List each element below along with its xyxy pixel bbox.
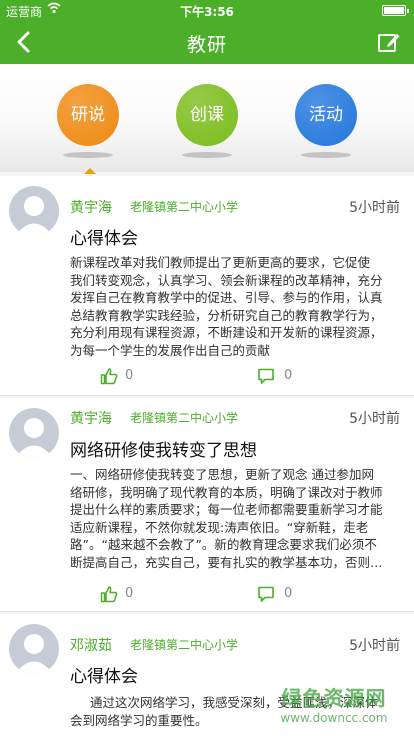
post-body-line: 提出什么样的素质要求；每一位老师都需要重新学习才能	[70, 502, 383, 517]
post-body-line: 路”。“越来越不会教了”。新的教育理念要求我们必须不	[70, 537, 377, 552]
status-bar: 运营商 下午3:56	[0, 0, 414, 20]
category-shadow	[301, 152, 351, 158]
post-body[interactable]: 一、网络研修使我转变了思想，更新了观念 通过参加网 络研修，我明确了现代教育的本…	[70, 466, 404, 571]
category-yanshuo-button[interactable]: 研说	[57, 84, 119, 146]
comment-count: 0	[284, 368, 293, 383]
comment-count: 0	[284, 586, 293, 601]
comment-icon[interactable]	[257, 367, 275, 385]
post-title[interactable]: 心得体会	[70, 224, 138, 249]
avatar[interactable]	[9, 624, 59, 674]
post-title[interactable]: 心得体会	[70, 662, 138, 687]
post-school: 老隆镇第二中心小学	[130, 411, 239, 425]
post-body-line: 为每一个学生的发展作出自己的贡献	[70, 342, 271, 358]
battery-icon	[382, 5, 409, 16]
like-count: 0	[125, 586, 134, 601]
post-body-line: 发挥自己在教育教学中的促进、引导、参与的作用，认真	[70, 290, 383, 305]
comment-icon[interactable]	[257, 585, 275, 603]
post-body-line: 我们转变观念，认真学习、领会新课程的改革精神，充分	[70, 272, 383, 288]
post-feed[interactable]: 黄宇海 老隆镇第二中心小学 5小时前 心得体会 新课程改革对我们教师提出了更新更…	[0, 176, 414, 736]
nav-bar: 教研	[0, 20, 414, 64]
thumbs-up-icon[interactable]	[100, 367, 118, 385]
edit-icon[interactable]	[376, 29, 402, 55]
page-title: 教研	[186, 34, 227, 56]
post-time: 5小时前	[349, 638, 400, 654]
post-body-line: 适应新课程，不然你就发现:涛声依旧。“穿新鞋，走老	[70, 519, 369, 535]
post-body[interactable]: 新课程改革对我们教师提出了更新更高的要求，它促使 我们转变观念，认真学习、领会新…	[70, 254, 404, 359]
category-shadow	[63, 152, 113, 158]
watermark-url: www.downcc.com	[280, 711, 388, 725]
watermark: 绿色资源网 www.downcc.com	[274, 682, 394, 725]
post-title[interactable]: 网络研修使我转变了思想	[70, 436, 257, 461]
post-school: 老隆镇第二中心小学	[130, 200, 239, 214]
avatar[interactable]	[9, 186, 59, 236]
post-school: 老隆镇第二中心小学	[130, 638, 239, 652]
post-body-line: 总结教育教学实践经验，分析研究自己的教育教学行为，	[70, 307, 383, 323]
post-body-line: 断提高自己，充实自己，要有扎实的教学基本功，否则…	[70, 554, 383, 570]
post-time: 5小时前	[349, 200, 400, 216]
category-chuangke-button[interactable]: 创课	[176, 84, 238, 146]
post-card[interactable]: 黄宇海 老隆镇第二中心小学 5小时前 心得体会 新课程改革对我们教师提出了更新更…	[0, 176, 414, 396]
thumbs-up-icon[interactable]	[100, 585, 118, 603]
category-bar: 研说 创课 活动	[0, 64, 414, 174]
avatar[interactable]	[9, 408, 59, 458]
like-count: 0	[125, 368, 134, 383]
watermark-text: 绿色资源网	[281, 686, 387, 710]
post-author[interactable]: 黄宇海	[70, 197, 112, 217]
category-shadow	[182, 152, 232, 158]
post-body-line: 一、网络研修使我转变了思想，更新了观念 通过参加网	[70, 467, 374, 482]
post-author[interactable]: 邓淑茹	[70, 635, 112, 655]
post-actions: 0 0	[0, 367, 414, 391]
selected-category-indicator	[84, 168, 96, 174]
post-actions: 0 0	[0, 585, 414, 609]
post-card[interactable]: 黄宇海 老隆镇第二中心小学 5小时前 网络研修使我转变了思想 一、网络研修使我转…	[0, 398, 414, 612]
post-author[interactable]: 黄宇海	[70, 408, 112, 428]
category-huodong-button[interactable]: 活动	[295, 84, 357, 146]
post-body-line: 充分利用现有课程资源，不断建设和开发新的课程资源，	[70, 325, 383, 340]
post-body-line: 新课程改革对我们教师提出了更新更高的要求，它促使	[70, 255, 371, 270]
post-body-line: 络研修，我明确了现代教育的本质，明确了课改对于教师	[70, 484, 383, 500]
post-time: 5小时前	[349, 411, 400, 427]
clock: 下午3:56	[180, 5, 234, 19]
